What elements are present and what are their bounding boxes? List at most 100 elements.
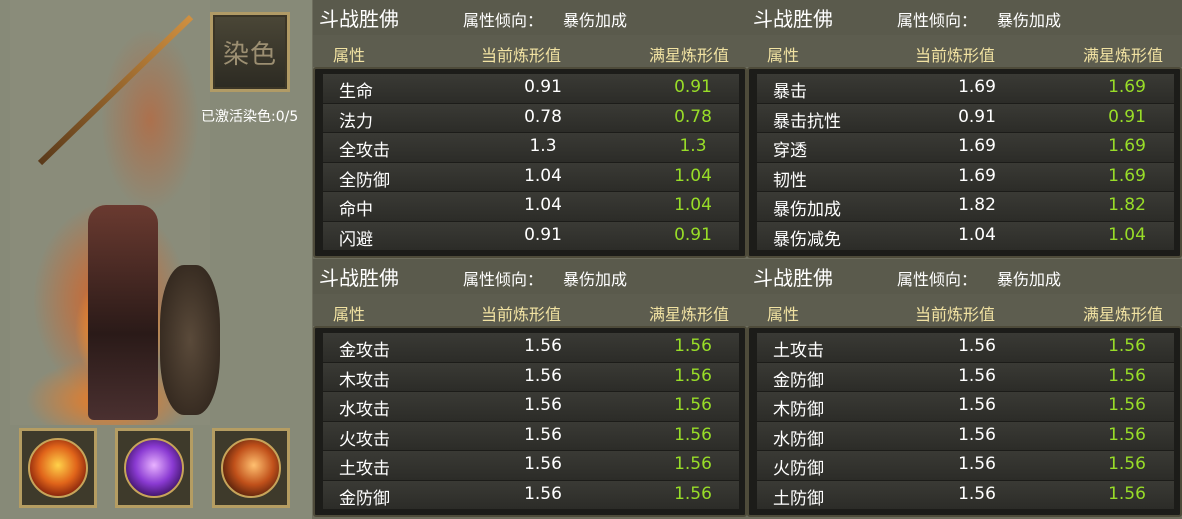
table-row: 法力 0.78 0.78	[323, 102, 739, 132]
panel-title: 斗战胜佛	[753, 266, 833, 290]
current-value: 1.3	[529, 136, 557, 156]
attribute-table: 暴击 1.69 1.69 暴击抗性 0.91 0.91 穿透 1.69 1.69…	[747, 67, 1182, 258]
column-header-row: 属性 当前炼形值 满星炼形值	[313, 294, 747, 326]
skill-slot-2[interactable]	[115, 428, 193, 508]
table-row: 闪避 0.91 0.91	[323, 220, 739, 250]
column-header-attribute: 属性	[767, 46, 800, 65]
tendency-label: 属性倾向：	[463, 11, 544, 30]
max-value: 1.56	[1108, 395, 1146, 415]
current-value: 1.56	[524, 424, 562, 445]
attribute-name: 暴伤减免	[773, 229, 841, 250]
max-value: 1.56	[674, 365, 712, 386]
skill-slot-3[interactable]	[212, 428, 290, 508]
panel-header: 斗战胜佛 属性倾向： 暴伤加成	[747, 0, 1182, 35]
table-row: 韧性 1.69 1.69	[757, 161, 1174, 191]
character-model-image	[10, 0, 220, 425]
max-value: 1.56	[674, 483, 712, 504]
current-value: 1.56	[958, 395, 996, 415]
table-row: 穿透 1.69 1.69	[757, 132, 1174, 162]
attribute-name: 火防御	[773, 459, 824, 479]
current-value: 1.56	[958, 336, 996, 356]
current-value: 1.56	[958, 365, 996, 386]
fire-monkey-icon	[28, 438, 88, 498]
table-row: 生命 0.91 0.91	[323, 73, 739, 103]
attribute-table: 金攻击 1.56 1.56 木攻击 1.56 1.56 水攻击 1.56 1.5…	[313, 326, 747, 517]
panel-header: 斗战胜佛 属性倾向： 暴伤加成	[313, 259, 747, 294]
column-header-attribute: 属性	[767, 305, 800, 324]
tendency-value: 暴伤加成	[563, 11, 628, 30]
column-header-current: 当前炼形值	[915, 305, 996, 324]
table-row: 暴伤加成 1.82 1.82	[757, 191, 1174, 221]
attribute-table: 生命 0.91 0.91 法力 0.78 0.78 全攻击 1.3 1.3 全防…	[313, 67, 747, 258]
attribute-name: 命中	[339, 200, 373, 220]
panel-header: 斗战胜佛 属性倾向： 暴伤加成	[747, 259, 1182, 294]
current-value: 1.69	[958, 77, 996, 97]
current-value: 1.56	[524, 483, 562, 504]
character-shield-art	[160, 265, 220, 415]
character-preview-area: 染色 已激活染色:0/5	[0, 0, 312, 519]
current-value: 1.56	[958, 483, 996, 504]
table-row: 暴击抗性 0.91 0.91	[757, 102, 1174, 132]
attribute-name: 木防御	[773, 400, 824, 420]
max-value: 1.04	[674, 165, 712, 186]
attribute-name: 暴击抗性	[773, 111, 841, 132]
column-header-current: 当前炼形值	[481, 46, 562, 65]
tendency-label: 属性倾向：	[897, 11, 978, 30]
attribute-name: 土攻击	[773, 341, 824, 361]
current-value: 1.04	[958, 224, 996, 245]
max-value: 1.82	[1108, 195, 1146, 215]
max-value: 1.69	[1108, 165, 1146, 186]
column-header-attribute: 属性	[333, 305, 366, 324]
table-row: 金防御 1.56 1.56	[323, 479, 739, 509]
max-value: 1.56	[674, 395, 712, 415]
column-header-max: 满星炼形值	[649, 46, 730, 65]
attribute-panel-basic: 斗战胜佛 属性倾向： 暴伤加成 属性 当前炼形值 满星炼形值 生命 0.91 0…	[313, 0, 747, 258]
table-row: 暴击 1.69 1.69	[757, 73, 1174, 103]
current-value: 1.56	[958, 424, 996, 445]
current-value: 1.56	[524, 454, 562, 474]
attribute-name: 水攻击	[339, 400, 390, 420]
current-value: 0.91	[524, 77, 562, 97]
attribute-panel-element-attack: 斗战胜佛 属性倾向： 暴伤加成 属性 当前炼形值 满星炼形值 金攻击 1.56 …	[313, 259, 747, 517]
table-row: 全防御 1.04 1.04	[323, 161, 739, 191]
current-value: 1.56	[524, 336, 562, 356]
current-value: 1.04	[524, 165, 562, 186]
table-row: 土防御 1.56 1.56	[757, 479, 1174, 509]
max-value: 1.69	[1108, 136, 1146, 156]
attribute-name: 木攻击	[339, 370, 390, 391]
attribute-name: 金防御	[339, 488, 390, 509]
attribute-name: 闪避	[339, 229, 373, 250]
tendency-value: 暴伤加成	[997, 270, 1062, 289]
purple-spirit-icon	[124, 438, 184, 498]
tendency-value: 暴伤加成	[997, 11, 1062, 30]
table-row: 火防御 1.56 1.56	[757, 450, 1174, 480]
current-value: 1.04	[524, 195, 562, 215]
column-header-attribute: 属性	[333, 46, 366, 65]
character-figure-art	[88, 205, 158, 420]
attribute-name: 暴击	[773, 82, 807, 102]
table-row: 金攻击 1.56 1.56	[323, 332, 739, 362]
max-value: 1.3	[679, 136, 707, 156]
max-value: 1.56	[1108, 483, 1146, 504]
tendency-label: 属性倾向：	[897, 270, 978, 289]
column-header-row: 属性 当前炼形值 满星炼形值	[747, 35, 1182, 67]
skill-slot-1[interactable]	[19, 428, 97, 508]
max-value: 1.56	[674, 336, 712, 356]
max-value: 1.56	[1108, 365, 1146, 386]
attribute-name: 金防御	[773, 370, 824, 391]
max-value: 0.91	[674, 77, 712, 97]
attribute-name: 水防御	[773, 429, 824, 450]
max-value: 0.91	[674, 224, 712, 245]
table-row: 木攻击 1.56 1.56	[323, 361, 739, 391]
attribute-name: 韧性	[773, 170, 807, 191]
panel-title: 斗战胜佛	[319, 7, 399, 31]
column-header-row: 属性 当前炼形值 满星炼形值	[313, 35, 747, 67]
table-row: 命中 1.04 1.04	[323, 191, 739, 221]
current-value: 1.69	[958, 165, 996, 186]
tendency-label: 属性倾向：	[463, 270, 544, 289]
attribute-panel-critical: 斗战胜佛 属性倾向： 暴伤加成 属性 当前炼形值 满星炼形值 暴击 1.69 1…	[747, 0, 1182, 258]
column-header-row: 属性 当前炼形值 满星炼形值	[747, 294, 1182, 326]
table-row: 全攻击 1.3 1.3	[323, 132, 739, 162]
dye-button[interactable]: 染色	[210, 12, 290, 92]
column-header-max: 满星炼形值	[1083, 46, 1164, 65]
